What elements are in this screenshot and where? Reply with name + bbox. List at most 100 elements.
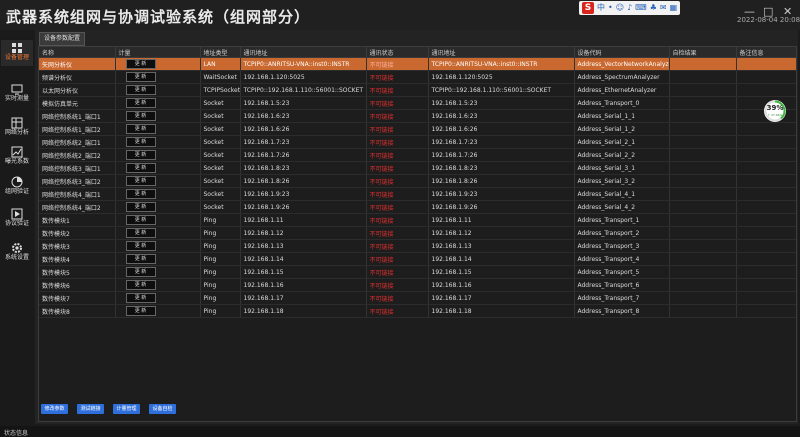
cell-address: 192.168.1.7:23 <box>240 135 367 149</box>
cell-status: 不可链接 <box>366 187 429 201</box>
cell-address-2: TCPIP0::ANRITSU-VNA::inst0::INSTR <box>428 57 575 71</box>
cell-address: 192.168.1.8:26 <box>240 174 367 188</box>
refresh-button[interactable]: 更 新 <box>125 150 156 160</box>
table-row[interactable]: 数传模块4 更 新 Ping 192.168.1.14 不可链接 192.168.1.14… <box>39 252 796 266</box>
sidebar-item-system-settings[interactable]: 系统设置 <box>1 240 33 266</box>
ime-item[interactable]: ⌨ <box>635 2 647 14</box>
sidebar-item-realtime[interactable]: 实时测量 <box>1 81 33 107</box>
cell-address-2: 192.168.1.7:23 <box>428 135 575 149</box>
table-row[interactable]: 数传模块6 更 新 Ping 192.168.1.16 不可链接 192.168.1.16… <box>39 278 796 292</box>
table-row[interactable]: 网络控制系统3_端口1 更 新 Socket 192.168.1.8:23 不可链接 19… <box>39 161 796 175</box>
column-header-status[interactable]: 通讯状态 <box>366 47 429 58</box>
table-row[interactable]: 数传模块5 更 新 Ping 192.168.1.15 不可链接 192.168.1.15… <box>39 265 796 279</box>
refresh-button[interactable]: 更 新 <box>125 124 156 134</box>
table-row[interactable]: 网络控制系统2_端口2 更 新 Socket 192.168.1.7:26 不可链接 19… <box>39 148 796 162</box>
table-row[interactable]: 频谱分析仪更 新 WaitSocket 192.168.1.120:5025 不可链接… <box>39 70 796 84</box>
refresh-button[interactable]: 更 新 <box>125 98 156 108</box>
column-header-measure[interactable]: 计量 <box>115 47 201 58</box>
table-row[interactable]: 数传模块8 更 新 Ping 192.168.1.18 不可链接 192.168.1.18… <box>39 304 796 318</box>
refresh-button[interactable]: 更 新 <box>125 293 156 303</box>
ime-item[interactable]: • <box>608 2 613 14</box>
cell-device-code: Address_Transport_7 <box>574 291 670 305</box>
modify-params-button[interactable]: 修改参数 <box>41 404 68 414</box>
table-row[interactable]: 网络控制系统2_端口1 更 新 Socket 192.168.1.7:23 不可链接 19… <box>39 135 796 149</box>
table-row[interactable]: 模拟仿真单元更 新 Socket 192.168.1.5:23 不可链接 192.168… <box>39 96 796 110</box>
column-header-name[interactable]: 名称 <box>39 47 116 58</box>
table-row[interactable]: 网络控制系统4_端口2 更 新 Socket 192.168.1.9:26 不可链接 19… <box>39 200 796 214</box>
test-link-button[interactable]: 测试链接 <box>77 404 104 414</box>
refresh-button[interactable]: 更 新 <box>125 241 156 251</box>
cell-address: TCPIP0::192.168.1.110::56001::SOCKET <box>240 83 367 97</box>
sidebar-item-network-verify[interactable]: 组网验证 <box>1 174 33 200</box>
sidebar-item-protocol-verify[interactable]: 协议验证 <box>1 206 33 232</box>
refresh-button[interactable]: 更 新 <box>125 215 156 225</box>
refresh-button[interactable]: 更 新 <box>125 111 156 121</box>
table-row[interactable]: 网络控制系统1_端口1 更 新 Socket 192.168.1.6:23 不可链接 19… <box>39 109 796 123</box>
sidebar-item-exposure[interactable]: 曝光系数 <box>1 144 33 170</box>
cell-self-test <box>669 304 737 318</box>
cell-remarks <box>736 304 796 318</box>
cell-addr-type: Ping <box>200 213 241 227</box>
column-header-device-code[interactable]: 设备代码 <box>574 47 670 58</box>
cell-measure: 更 新 <box>115 278 201 292</box>
cell-address: 192.168.1.14 <box>240 252 367 266</box>
ime-logo[interactable]: S <box>582 2 594 14</box>
refresh-button[interactable]: 更 新 <box>125 72 156 82</box>
cell-address-2: 192.168.1.9:26 <box>428 200 575 214</box>
cell-measure: 更 新 <box>115 122 201 136</box>
table-row[interactable]: 数传模块3 更 新 Ping 192.168.1.13 不可链接 192.168.1.13… <box>39 239 796 253</box>
cell-status: 不可链接 <box>366 135 429 149</box>
refresh-button[interactable]: 更 新 <box>125 59 156 69</box>
cell-name: 以太网分析仪 <box>39 83 116 97</box>
refresh-button[interactable]: 更 新 <box>125 137 156 147</box>
refresh-button[interactable]: 更 新 <box>125 306 156 316</box>
sidebar-item-device-management[interactable]: 设备管理 <box>1 40 33 66</box>
cell-address-2: 192.168.1.15 <box>428 265 575 279</box>
ime-item[interactable]: ♪ <box>627 2 632 14</box>
ime-item[interactable]: ♣ <box>650 2 657 14</box>
column-header-address[interactable]: 通讯地址 <box>240 47 367 58</box>
cell-address-2: 192.168.1.8:23 <box>428 161 575 175</box>
refresh-button[interactable]: 更 新 <box>125 280 156 290</box>
refresh-button[interactable]: 更 新 <box>125 176 156 186</box>
table-row[interactable]: 矢网分析仪更 新 LAN TCPIP0::ANRITSU-VNA::inst0::I… <box>39 57 796 71</box>
table-row[interactable]: 以太网分析仪更 新 TCPIPSocket TCPIP0::192.168.1.11… <box>39 83 796 97</box>
table-row[interactable]: 网络控制系统4_端口1 更 新 Socket 192.168.1.9:23 不可链接 19… <box>39 187 796 201</box>
sidebar-item-network-analysis[interactable]: 网络分析 <box>1 115 33 141</box>
table-row[interactable]: 网络控制系统3_端口2 更 新 Socket 192.168.1.8:26 不可链接 19… <box>39 174 796 188</box>
column-header-address-2[interactable]: 通讯地址 <box>428 47 575 58</box>
cell-status: 不可链接 <box>366 239 429 253</box>
sidebar-item-label: 网络分析 <box>4 129 29 136</box>
cpu-monitor-widget[interactable]: 39% ↑ 27.6K/s <box>764 100 786 122</box>
refresh-button[interactable]: 更 新 <box>125 85 156 95</box>
device-self-test-button[interactable]: 设备自检 <box>149 404 176 414</box>
cell-self-test <box>669 174 737 188</box>
device-table: 名称 计量 地址类型 通讯地址 通讯状态 通讯地址 设备代码 自检结果 备注信息… <box>38 46 797 422</box>
column-header-self-test[interactable]: 自检结果 <box>669 47 737 58</box>
table-row[interactable]: 网络控制系统1_端口2 更 新 Socket 192.168.1.6:26 不可链接 19… <box>39 122 796 136</box>
cell-measure: 更 新 <box>115 226 201 240</box>
column-header-remarks[interactable]: 备注信息 <box>736 47 796 58</box>
cell-device-code: Address_Transport_2 <box>574 226 670 240</box>
table-row[interactable]: 数传模块1 更 新 Ping 192.168.1.11 不可链接 192.168.1.11… <box>39 213 796 227</box>
cell-address-2: 192.168.1.11 <box>428 213 575 227</box>
ime-toolbar[interactable]: S 中 • ☺ ♪ ⌨ ♣ ✉ ▦ <box>579 1 681 15</box>
ime-item[interactable]: ☺ <box>616 2 624 14</box>
cpu-percent: 39% <box>766 104 784 112</box>
cell-status: 不可链接 <box>366 83 429 97</box>
refresh-button[interactable]: 更 新 <box>125 267 156 277</box>
refresh-button[interactable]: 更 新 <box>125 254 156 264</box>
ime-item[interactable]: 中 <box>597 2 605 14</box>
ime-item[interactable]: ▦ <box>670 2 678 14</box>
refresh-button[interactable]: 更 新 <box>125 202 156 212</box>
table-row[interactable]: 数传模块7 更 新 Ping 192.168.1.17 不可链接 192.168.1.17… <box>39 291 796 305</box>
metering-management-button[interactable]: 计量管理 <box>113 404 140 414</box>
refresh-button[interactable]: 更 新 <box>125 163 156 173</box>
ime-item[interactable]: ✉ <box>660 2 667 14</box>
refresh-button[interactable]: 更 新 <box>125 189 156 199</box>
tab-device-params[interactable]: 设备参数配置 <box>39 32 86 46</box>
refresh-button[interactable]: 更 新 <box>125 228 156 238</box>
column-header-addr-type[interactable]: 地址类型 <box>200 47 241 58</box>
cell-measure: 更 新 <box>115 148 201 162</box>
table-row[interactable]: 数传模块2 更 新 Ping 192.168.1.12 不可链接 192.168.1.12… <box>39 226 796 240</box>
